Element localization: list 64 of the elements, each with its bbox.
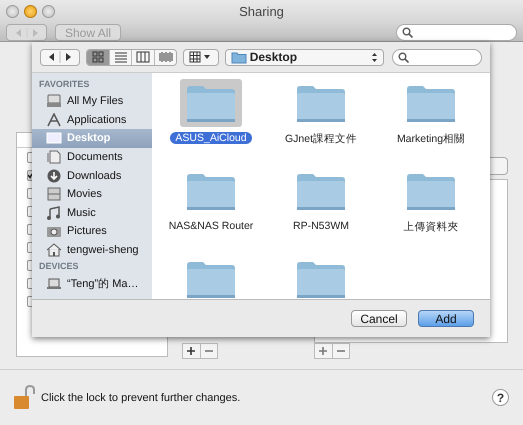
minus-icon [336,350,345,352]
document-icon [46,150,62,164]
sidebar-heading: DEVICES [38,260,80,274]
sidebar-item[interactable]: All My Files [32,92,152,111]
checkbox[interactable] [27,278,32,288]
folder-name[interactable]: RP-N53WM [288,220,354,232]
window-title: Sharing [239,4,284,18]
icon-view-button[interactable] [87,50,109,64]
minus-icon [204,350,213,352]
search-icon [402,27,413,38]
arrange-button[interactable] [183,48,219,66]
close-button[interactable] [6,5,19,18]
laptop-icon [46,276,62,291]
list-view-button[interactable] [108,50,132,64]
lock-message: Click the lock to prevent further changes. [41,392,240,404]
folder-name[interactable]: NAS&NAS Router [164,220,258,232]
unlocked-padlock-icon [13,384,35,410]
plus-icon [319,347,328,355]
monitor-icon [46,131,62,146]
sidebar-item[interactable]: Downloads [32,166,152,185]
remove-button[interactable] [200,343,218,359]
camera-icon [46,224,62,238]
add-button[interactable] [182,343,200,359]
checkbox[interactable] [27,296,32,306]
download-icon [46,168,62,183]
search-icon [398,52,409,62]
checkbox[interactable] [27,206,32,216]
plus-icon [187,347,196,355]
checkbox[interactable] [27,152,32,162]
film-icon [46,187,62,202]
folder-icon [230,50,247,64]
music-note-icon [46,206,62,220]
add-button[interactable]: Add [418,310,474,327]
remove-button[interactable] [332,343,350,359]
folder-name[interactable]: Marketing相關 [392,132,470,146]
sidebar-item[interactable]: “Teng”的 Ma… [32,274,152,293]
tools-icon [46,112,62,127]
sidebar-heading: FAVORITES [38,78,90,91]
sidebar-item[interactable]: Documents [32,148,152,166]
sidebar-item[interactable]: Music [32,204,152,222]
cover-flow-button[interactable] [154,50,176,64]
checkbox[interactable] [27,188,32,198]
minimize-button[interactable] [24,5,37,18]
back-forward-control[interactable] [40,48,80,66]
folder-name[interactable]: ASUS_AiCloud [170,132,252,144]
column-view-button[interactable] [131,50,154,64]
zoom-button[interactable] [42,5,55,18]
drawer-icon [46,94,62,108]
search-field[interactable] [396,24,517,41]
help-button[interactable]: ? [492,389,509,406]
search-field[interactable] [392,48,482,66]
sidebar-item[interactable]: tengwei-sheng [32,240,152,260]
checkbox[interactable] [27,260,32,270]
folder-name[interactable]: 上傳資料夾 [398,220,464,234]
sidebar-item[interactable]: Pictures [32,222,152,241]
updown-arrows-icon [370,52,378,62]
folder-name[interactable]: GJnet課程文件 [280,132,362,146]
checkbox[interactable] [27,242,32,252]
cancel-button[interactable]: Cancel [351,310,407,327]
checkbox[interactable] [27,224,32,234]
location-popup[interactable]: Desktop [224,48,384,66]
sidebar-item[interactable]: Applications [32,110,152,130]
house-icon [46,243,62,258]
sidebar-item[interactable]: Movies [32,184,152,204]
